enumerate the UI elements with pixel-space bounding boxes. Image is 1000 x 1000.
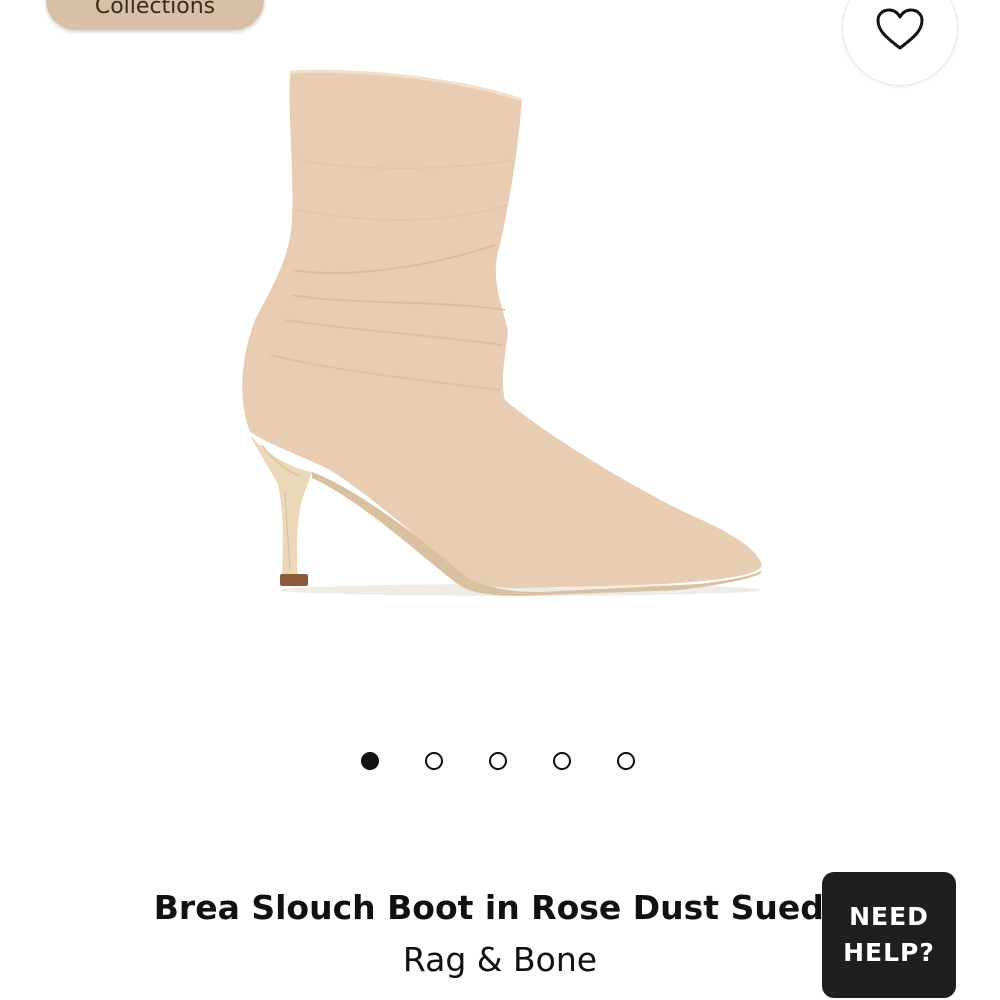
carousel-dot-1[interactable] [361, 752, 379, 770]
need-help-button[interactable]: NEED HELP? [822, 872, 956, 998]
wishlist-button[interactable] [842, 0, 958, 86]
carousel-dot-3[interactable] [489, 752, 507, 770]
collections-button[interactable]: Collections [46, 0, 264, 30]
carousel-dot-4[interactable] [553, 752, 571, 770]
carousel-dot-5[interactable] [617, 752, 635, 770]
need-help-line1: NEED [849, 902, 929, 931]
carousel-dots [361, 752, 641, 774]
heart-outline-icon [876, 8, 924, 50]
product-image[interactable] [200, 60, 800, 620]
need-help-line2: HELP? [843, 938, 935, 967]
carousel-dot-2[interactable] [425, 752, 443, 770]
collections-label: Collections [94, 0, 216, 19]
product-page: Collections Brea Slouch Boot in Rose Dus… [0, 0, 1000, 1000]
